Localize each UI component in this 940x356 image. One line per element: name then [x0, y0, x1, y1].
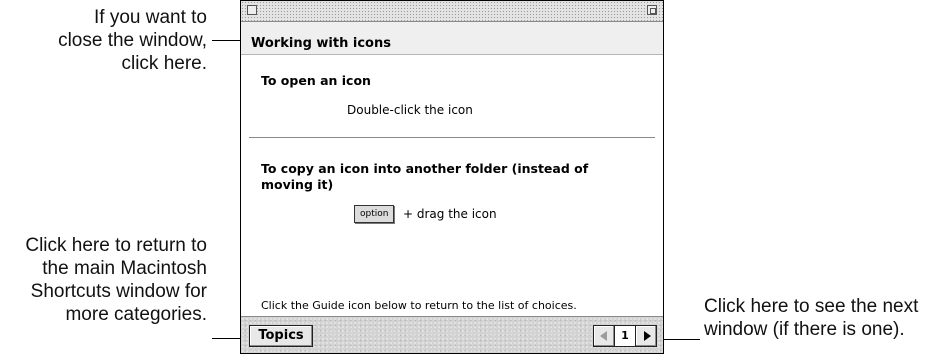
next-page-button[interactable]	[635, 325, 657, 347]
help-content: To open an icon Double-click the icon To…	[241, 55, 663, 317]
page-number: 1	[615, 325, 635, 347]
next-page-callout: Click here to see the next window (if th…	[704, 295, 918, 341]
section-heading: To open an icon	[261, 73, 371, 88]
page-navigation: 1	[593, 325, 657, 347]
option-key-icon: option	[354, 205, 395, 223]
callout-line: window (if there is one).	[704, 319, 905, 340]
section-heading-line: moving it)	[261, 177, 334, 192]
window-header: Working with icons	[241, 22, 663, 55]
close-callout-leader	[212, 40, 242, 41]
callout-line: Click here to return to	[25, 235, 207, 256]
section-heading-line: To copy an icon into another folder (ins…	[261, 161, 589, 176]
close-box-icon[interactable]	[247, 5, 257, 15]
window-footer: Topics 1	[241, 316, 663, 353]
callout-line: Click here to see the next	[704, 296, 919, 317]
callout-line: click here.	[121, 53, 207, 74]
section-divider	[249, 137, 655, 138]
footer-note: Click the Guide icon below to return to …	[261, 299, 577, 312]
instruction-text: Double-click the icon	[347, 103, 473, 117]
callout-line: the main Macintosh	[42, 258, 207, 279]
callout-line: Shortcuts window for	[30, 281, 207, 302]
close-window-callout: If you want to close the window, click h…	[58, 6, 207, 75]
left-arrow-icon	[600, 331, 607, 341]
callout-line: If you want to	[93, 7, 207, 28]
topics-button[interactable]: Topics	[249, 325, 313, 347]
window-titlebar[interactable]	[241, 1, 663, 22]
callout-line: close the window,	[58, 30, 207, 51]
instruction-text: + drag the icon	[403, 207, 497, 221]
section-heading: To copy an icon into another folder (ins…	[261, 161, 588, 193]
topics-callout: Click here to return to the main Macinto…	[25, 234, 207, 326]
guide-window: Working with icons To open an icon Doubl…	[240, 0, 664, 354]
previous-page-button[interactable]	[593, 325, 615, 347]
collapse-box-icon[interactable]	[647, 5, 657, 15]
next-callout-leader	[662, 339, 700, 340]
right-arrow-icon	[644, 331, 651, 341]
page-title: Working with icons	[251, 36, 391, 51]
callout-line: more categories.	[65, 304, 207, 325]
